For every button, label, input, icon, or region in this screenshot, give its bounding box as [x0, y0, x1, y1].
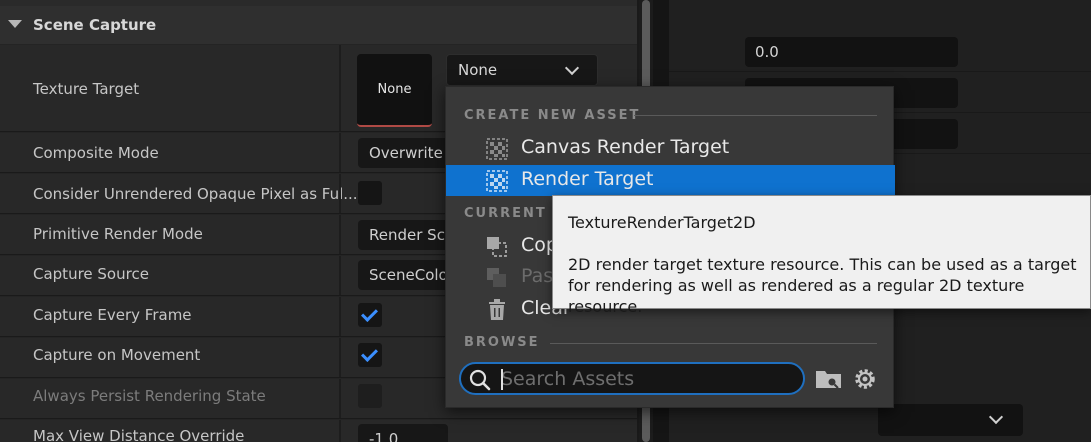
property-label: Primitive Render Mode [33, 225, 203, 243]
copy-icon [487, 237, 507, 257]
section-title: Scene Capture [33, 16, 157, 34]
section-header-scene-capture[interactable]: Scene Capture [0, 6, 637, 44]
chevron-down-icon [564, 60, 580, 76]
right-panel-combo[interactable] [878, 404, 1023, 436]
browse-folder-icon[interactable] [815, 367, 843, 391]
menu-item-render-target[interactable]: Render Target [446, 165, 895, 196]
search-icon [469, 369, 491, 391]
combo-value: None [458, 61, 498, 79]
menu-separator [634, 115, 877, 116]
chevron-down-icon [988, 409, 1004, 425]
column-divider[interactable] [339, 45, 341, 131]
collapse-arrow-icon[interactable] [8, 20, 22, 28]
property-label: Max View Distance Override [33, 427, 245, 442]
column-divider[interactable] [339, 256, 341, 295]
right-panel-row: 0.0 [669, 32, 1091, 72]
property-label: Texture Target [33, 80, 140, 98]
tooltip-title: TextureRenderTarget2D [568, 213, 756, 232]
search-assets-box[interactable] [459, 362, 805, 395]
menu-item-canvas-render-target[interactable]: Canvas Render Target [446, 133, 895, 164]
column-divider[interactable] [339, 338, 341, 377]
property-label: Consider Unrendered Opaque Pixel as Ful.… [33, 185, 358, 203]
menu-separator [550, 343, 877, 344]
property-label: Capture Source [33, 265, 149, 283]
column-divider[interactable] [339, 379, 341, 418]
tooltip-body: 2D render target texture resource. This … [568, 255, 1077, 316]
menu-item-label: Render Target [521, 168, 654, 190]
menu-section-current-asset: CURRENT A [464, 206, 566, 221]
text-caret [501, 369, 503, 390]
consider-unrendered-checkbox[interactable] [358, 181, 382, 205]
right-panel-value-field[interactable]: 0.0 [745, 37, 958, 67]
texture-asset-combo[interactable]: None [446, 54, 598, 86]
column-divider[interactable] [339, 297, 341, 336]
capture-every-frame-checkbox[interactable] [358, 303, 382, 327]
menu-section-browse: BROWSE [464, 335, 540, 350]
render-target-icon [486, 170, 508, 192]
always-persist-checkbox [358, 384, 382, 408]
texture-thumbnail[interactable]: None [357, 54, 432, 127]
column-divider[interactable] [339, 215, 341, 254]
menu-item-label: Canvas Render Target [521, 136, 730, 158]
column-divider[interactable] [339, 133, 341, 172]
menu-section-create-new-asset: CREATE NEW ASSET [464, 108, 641, 123]
paste-icon [487, 268, 506, 287]
property-row-max-view-distance: Max View Distance Override -1.0 [0, 420, 637, 442]
render-target-icon [486, 138, 508, 160]
asset-type-tooltip: TextureRenderTarget2D 2D render target t… [552, 195, 1091, 316]
thumbnail-label: None [377, 82, 412, 97]
column-divider[interactable] [339, 174, 341, 213]
column-divider[interactable] [339, 420, 341, 442]
property-label: Capture Every Frame [33, 306, 192, 324]
gear-icon[interactable] [852, 366, 878, 392]
property-label: Capture on Movement [33, 346, 201, 364]
search-assets-input[interactable] [501, 367, 791, 391]
capture-on-movement-checkbox[interactable] [358, 343, 382, 367]
property-label: Composite Mode [33, 144, 159, 162]
menu-item-label: Pas [521, 265, 554, 287]
max-view-distance-field[interactable]: -1.0 [358, 424, 448, 442]
property-label: Always Persist Rendering State [33, 387, 266, 405]
trash-icon [489, 299, 505, 320]
